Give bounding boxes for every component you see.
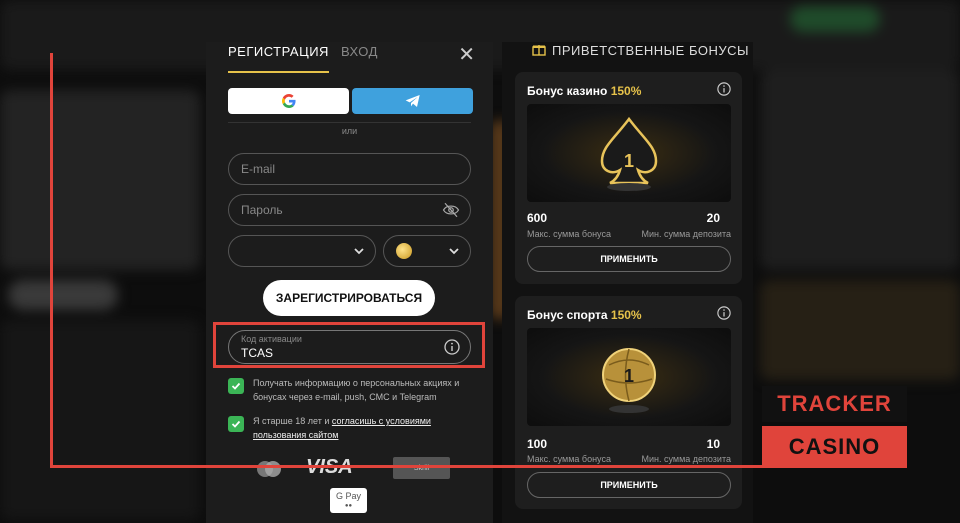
info-icon[interactable]	[717, 82, 731, 101]
highlight-line-vertical	[50, 53, 53, 468]
casino-bonus-card: Бонус казино 150% 1 600 20 Макс. сумма б…	[515, 72, 742, 284]
card-percent: 150%	[610, 84, 642, 98]
coin-icon	[396, 243, 412, 259]
svg-text:1: 1	[624, 151, 634, 171]
consent-age: Я старше 18 лет и согласишь с условиями …	[228, 414, 478, 442]
svg-text:1: 1	[624, 366, 634, 386]
checkbox-age[interactable]	[228, 416, 244, 432]
min-deposit-value: 10	[706, 437, 720, 451]
tab-login[interactable]: ВХОД	[341, 42, 378, 74]
checkbox-marketing[interactable]	[228, 378, 244, 394]
google-icon	[281, 94, 296, 108]
currency-select[interactable]	[383, 235, 471, 267]
register-button[interactable]: ЗАРЕГИСТРИРОВАТЬСЯ	[263, 280, 435, 316]
chevron-down-icon	[353, 244, 365, 262]
skrill-logo: Skrill	[393, 457, 450, 479]
card-title: Бонус казино 150%	[527, 84, 641, 98]
min-deposit-label: Мин. сумма депозита	[641, 454, 732, 464]
tab-register[interactable]: РЕГИСТРАЦИЯ	[228, 42, 329, 73]
min-deposit-label: Мин. сумма депозита	[641, 229, 732, 239]
consent-marketing-text: Получать информацию о персональных акция…	[253, 378, 460, 402]
divider-text: или	[341, 126, 358, 136]
gpay-text: G Pay	[335, 490, 361, 501]
chevron-down-icon	[448, 244, 460, 262]
bonus-header: ПРИВЕТСТВЕННЫЕ БОНУСЫ	[532, 42, 749, 59]
eye-off-icon[interactable]	[442, 202, 460, 221]
info-icon[interactable]	[717, 306, 731, 325]
card-title: Бонус спорта 150%	[527, 308, 642, 322]
card-title-text: Бонус спорта	[527, 308, 608, 322]
max-bonus-value: 600	[527, 211, 548, 225]
password-input[interactable]	[241, 203, 441, 217]
consent-marketing: Получать информацию о персональных акция…	[228, 376, 478, 404]
registration-panel: РЕГИСТРАЦИЯ ВХОД ✕ или E-mail ЗАРЕГИСТРИ…	[206, 42, 493, 523]
check-icon	[231, 420, 241, 428]
check-icon	[231, 382, 241, 390]
password-field[interactable]	[228, 194, 471, 226]
sport-bonus-card: Бонус спорта 150% 1 100 10 Макс. сумма б…	[515, 296, 742, 509]
watermark-casino: CASINO	[762, 426, 907, 468]
apply-button[interactable]: ПРИМЕНИТЬ	[527, 246, 731, 272]
telegram-icon	[405, 95, 420, 107]
apply-button[interactable]: ПРИМЕНИТЬ	[527, 472, 731, 498]
close-icon[interactable]: ✕	[458, 42, 475, 67]
telegram-login-button[interactable]	[352, 88, 473, 114]
email-input[interactable]	[241, 162, 441, 176]
consent-age-text: Я старше 18 лет и согласишь с условиями …	[253, 414, 478, 442]
google-login-button[interactable]	[228, 88, 349, 114]
max-bonus-label: Макс. сумма бонуса	[527, 229, 611, 239]
bonus-header-title: ПРИВЕТСТВЕННЫЕ БОНУСЫ	[552, 43, 749, 58]
gift-icon	[532, 42, 546, 59]
card-title-text: Бонус казино	[527, 84, 608, 98]
email-field[interactable]	[228, 153, 471, 185]
mastercard-icon	[254, 460, 284, 483]
consent-age-prefix: Я старше 18 лет и	[253, 416, 332, 426]
min-deposit-value: 20	[706, 211, 720, 225]
auth-tabs: РЕГИСТРАЦИЯ ВХОД	[228, 42, 378, 74]
divider-line	[228, 122, 471, 123]
social-login	[228, 88, 473, 114]
promo-highlight-box	[213, 322, 485, 368]
max-bonus-value: 100	[527, 437, 548, 451]
watermark-tracker: TRACKER	[762, 386, 907, 422]
gpay-logo: G Pay ●●	[330, 488, 367, 513]
country-select[interactable]	[228, 235, 376, 267]
ball-trophy-icon: 1	[527, 328, 731, 426]
max-bonus-label: Макс. сумма бонуса	[527, 454, 611, 464]
card-percent: 150%	[610, 308, 642, 322]
spade-trophy-icon: 1	[527, 104, 731, 202]
